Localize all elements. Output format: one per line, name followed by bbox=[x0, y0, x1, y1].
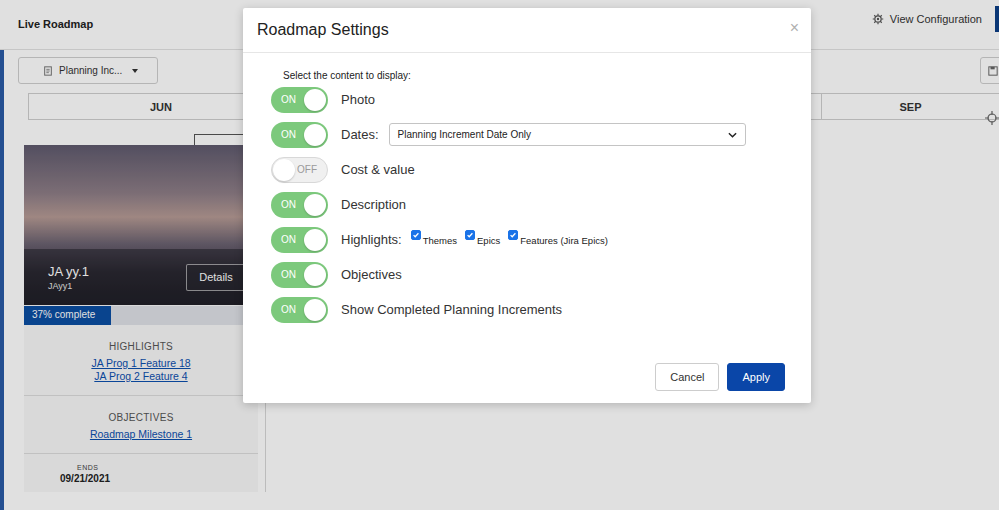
chevron-down-icon bbox=[728, 132, 737, 138]
toggle-text: ON bbox=[281, 129, 304, 140]
toggle-knob bbox=[304, 124, 326, 146]
close-button[interactable]: × bbox=[790, 19, 799, 37]
setting-row: ON Objectives bbox=[271, 257, 791, 292]
setting-toggle[interactable]: ON bbox=[271, 262, 328, 288]
toggle-knob bbox=[273, 159, 295, 181]
dialog-footer: Cancel Apply bbox=[243, 351, 811, 403]
dates-select[interactable]: Planning Increment Date Only bbox=[389, 123, 746, 146]
option-label: Features (Jira Epics) bbox=[520, 235, 608, 246]
dialog-title: Roadmap Settings bbox=[257, 21, 389, 39]
checkbox[interactable] bbox=[411, 230, 421, 240]
dialog-header: Roadmap Settings × bbox=[243, 8, 811, 53]
setting-label: Cost & value bbox=[341, 162, 415, 177]
toggle-text: ON bbox=[281, 304, 304, 315]
setting-label: Show Completed Planning Increments bbox=[341, 302, 562, 317]
check-icon bbox=[466, 231, 474, 239]
toggle-knob bbox=[304, 194, 326, 216]
cancel-button[interactable]: Cancel bbox=[655, 363, 719, 391]
dialog-body: Select the content to display: ON Photo ON D… bbox=[243, 53, 811, 351]
setting-toggle[interactable]: ON bbox=[271, 87, 328, 113]
dialog-prompt: Select the content to display: bbox=[271, 70, 791, 81]
setting-label: Objectives bbox=[341, 267, 402, 282]
checkbox[interactable] bbox=[465, 230, 475, 240]
setting-label: Dates: bbox=[341, 127, 379, 142]
toggle-text: ON bbox=[281, 94, 304, 105]
setting-row: OFF Cost & value bbox=[271, 152, 791, 187]
setting-row: ON Description bbox=[271, 187, 791, 222]
setting-label: Highlights: bbox=[341, 232, 402, 247]
toggle-knob bbox=[304, 264, 326, 286]
setting-toggle[interactable]: ON bbox=[271, 192, 328, 218]
setting-toggle[interactable]: OFF bbox=[271, 157, 328, 183]
toggle-text: ON bbox=[281, 199, 304, 210]
settings-dialog: Roadmap Settings × Select the content to d… bbox=[243, 8, 811, 403]
toggle-knob bbox=[304, 89, 326, 111]
setting-row: ON Highlights: Themes Epics Features (Jira E… bbox=[271, 222, 791, 257]
setting-toggle[interactable]: ON bbox=[271, 297, 328, 323]
setting-row: ON Show Completed Planning Increments bbox=[271, 292, 791, 327]
option-label: Themes bbox=[423, 235, 457, 246]
setting-toggle[interactable]: ON bbox=[271, 227, 328, 253]
highlight-option[interactable]: Epics bbox=[465, 233, 500, 246]
toggle-text: OFF bbox=[295, 164, 317, 175]
check-icon bbox=[412, 231, 420, 239]
setting-row: ON Photo bbox=[271, 82, 791, 117]
apply-button[interactable]: Apply bbox=[727, 363, 785, 391]
roadmap-page: Live RoadmapView ConfigurationPlanning I… bbox=[0, 0, 999, 510]
highlight-option[interactable]: Features (Jira Epics) bbox=[508, 233, 608, 246]
setting-label: Photo bbox=[341, 92, 375, 107]
setting-toggle[interactable]: ON bbox=[271, 122, 328, 148]
setting-row: ON Dates: Planning Increment Date Only bbox=[271, 117, 791, 152]
highlight-options: Themes Epics Features (Jira Epics) bbox=[411, 233, 608, 246]
select-value: Planning Increment Date Only bbox=[398, 129, 728, 140]
check-icon bbox=[509, 231, 517, 239]
option-label: Epics bbox=[477, 235, 500, 246]
toggle-text: ON bbox=[281, 234, 304, 245]
highlight-option[interactable]: Themes bbox=[411, 233, 457, 246]
toggle-text: ON bbox=[281, 269, 304, 280]
toggle-knob bbox=[304, 229, 326, 251]
toggle-knob bbox=[304, 299, 326, 321]
checkbox[interactable] bbox=[508, 230, 518, 240]
setting-label: Description bbox=[341, 197, 406, 212]
